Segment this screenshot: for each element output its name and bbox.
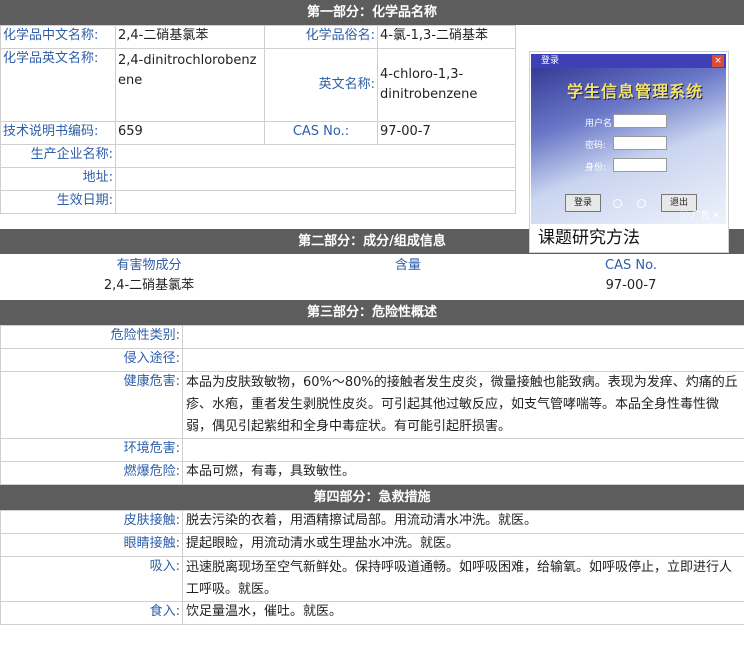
en-name-value: 2,4-dinitrochlorobenzene xyxy=(115,48,265,122)
address-value xyxy=(115,167,516,191)
row-label: 健康危害: xyxy=(0,371,183,439)
address-label: 地址: xyxy=(0,167,116,191)
en-name2-value: 4-chloro-1,3-dinitrobenzene xyxy=(377,48,516,122)
code-value: 659 xyxy=(115,121,265,145)
row-value: 脱去污染的衣着，用酒精擦试局部。用流动清水冲洗。就医。 xyxy=(182,510,744,534)
table-row: 眼睛接触: 提起眼睑，用流动清水或生理盐水冲洗。就医。 xyxy=(0,533,744,557)
ad-image[interactable]: 登录 × 学生信息管理系统 用户名: 密码: 身份: 登录 退出 ⓘ 广告 ✕ xyxy=(531,54,726,224)
table-row: 侵入途径: xyxy=(0,348,744,372)
composition: 有害物成分 含量 CAS No. 2,4-二硝基氯苯 97-00-7 xyxy=(0,254,744,300)
row-cas: 97-00-7 xyxy=(605,278,657,293)
table-row: 吸入: 迅速脱离现场至空气新鲜处。保持呼吸道通畅。如呼吸困难，给输氧。如呼吸停止… xyxy=(0,556,744,602)
ad-pass-input xyxy=(613,136,667,150)
row-value xyxy=(182,325,744,349)
row-value: 饮足量温水，催吐。就医。 xyxy=(182,601,744,625)
col-cas: CAS No. xyxy=(605,258,657,273)
first-aid-table: 皮肤接触: 脱去污染的衣着，用酒精擦试局部。用流动清水冲洗。就医。 眼睛接触: … xyxy=(0,510,744,625)
ad-login-button: 登录 xyxy=(565,194,601,212)
close-icon[interactable]: × xyxy=(712,55,724,67)
row-label: 皮肤接触: xyxy=(0,510,183,534)
en-name2-label: 英文名称: xyxy=(264,48,378,122)
cas-value: 97-00-7 xyxy=(377,121,516,145)
ad-field-pass: 密码: xyxy=(585,141,607,151)
row-value: 本品可燃，有毒，具致敏性。 xyxy=(182,461,744,485)
row-label: 吸入: xyxy=(0,556,183,602)
table-row: 食入: 饮足量温水，催吐。就医。 xyxy=(0,601,744,625)
row-value: 提起眼睑，用流动清水或生理盐水冲洗。就医。 xyxy=(182,533,744,557)
table-row: 皮肤接触: 脱去污染的衣着，用酒精擦试局部。用流动清水冲洗。就医。 xyxy=(0,510,744,534)
ad-radio-icon xyxy=(637,199,646,208)
ad-window-title: 登录 xyxy=(531,54,726,68)
row-label: 环境危害: xyxy=(0,438,183,462)
section1: 化学品中文名称: 2,4-二硝基氯苯 化学品俗名: 4-氯-1,3-二硝基苯 化… xyxy=(0,25,744,253)
ad-user-input xyxy=(613,114,667,128)
col-hazard: 有害物成分 xyxy=(116,258,182,273)
table-row: 环境危害: xyxy=(0,438,744,462)
table-row: 危险性类别: xyxy=(0,325,744,349)
cn-name-label: 化学品中文名称: xyxy=(0,25,116,49)
row-value xyxy=(182,348,744,372)
ad-headline: 学生信息管理系统 xyxy=(567,82,704,101)
row-value: 本品为皮肤致敏物，60%～80%的接触者发生皮炎，微量接触也能致病。表现为发痒、… xyxy=(182,371,744,439)
chemical-name-table: 化学品中文名称: 2,4-二硝基氯苯 化学品俗名: 4-氯-1,3-二硝基苯 化… xyxy=(0,25,516,214)
ad-field-user: 用户名: xyxy=(585,119,616,129)
row-label: 侵入途径: xyxy=(0,348,183,372)
code-label: 技术说明书编码: xyxy=(0,121,116,145)
cn-name-value: 2,4-二硝基氯苯 xyxy=(115,25,265,49)
effective-value xyxy=(115,190,516,214)
msds-document: 第一部分：化学品名称 化学品中文名称: 2,4-二硝基氯苯 化学品俗名: 4-氯… xyxy=(0,0,744,625)
table-row: 燃爆危险: 本品可燃，有毒，具致敏性。 xyxy=(0,461,744,485)
maker-label: 生产企业名称: xyxy=(0,144,116,168)
row-label: 危险性类别: xyxy=(0,325,183,349)
ad-role-select xyxy=(613,158,667,172)
ad-field-role: 身份: xyxy=(585,163,607,173)
ad-radio-icon xyxy=(613,199,622,208)
section1-header: 第一部分：化学品名称 xyxy=(0,0,744,25)
hazard-table: 危险性类别: 侵入途径: 健康危害: 本品为皮肤致敏物，60%～80%的接触者发… xyxy=(0,325,744,485)
row-label: 燃爆危险: xyxy=(0,461,183,485)
col-content: 含量 xyxy=(394,258,421,273)
common-name-value: 4-氯-1,3-二硝基苯 xyxy=(377,25,516,49)
cas-label: CAS No.: xyxy=(264,121,378,145)
section4-header: 第四部分：急救措施 xyxy=(0,485,744,510)
ad-caption[interactable]: 课题研究方法 xyxy=(538,226,640,250)
ad-tag: ⓘ 广告 ✕ xyxy=(679,211,720,221)
effective-label: 生效日期: xyxy=(0,190,116,214)
table-row: 健康危害: 本品为皮肤致敏物，60%～80%的接触者发生皮炎，微量接触也能致病。… xyxy=(0,371,744,439)
row-value xyxy=(182,438,744,462)
ad-banner[interactable]: 登录 × 学生信息管理系统 用户名: 密码: 身份: 登录 退出 ⓘ 广告 ✕ … xyxy=(529,51,729,253)
maker-value xyxy=(115,144,516,168)
section3-header: 第三部分：危险性概述 xyxy=(0,300,744,325)
common-name-label: 化学品俗名: xyxy=(264,25,378,49)
row-value: 迅速脱离现场至空气新鲜处。保持呼吸道通畅。如呼吸困难，给输氧。如呼吸停止，立即进… xyxy=(182,556,744,602)
ad-tag-label: 广告 xyxy=(691,211,710,221)
row-hazard: 2,4-二硝基氯苯 xyxy=(103,278,195,293)
row-label: 眼睛接触: xyxy=(0,533,183,557)
en-name-label: 化学品英文名称: xyxy=(0,48,116,122)
row-label: 食入: xyxy=(0,601,183,625)
